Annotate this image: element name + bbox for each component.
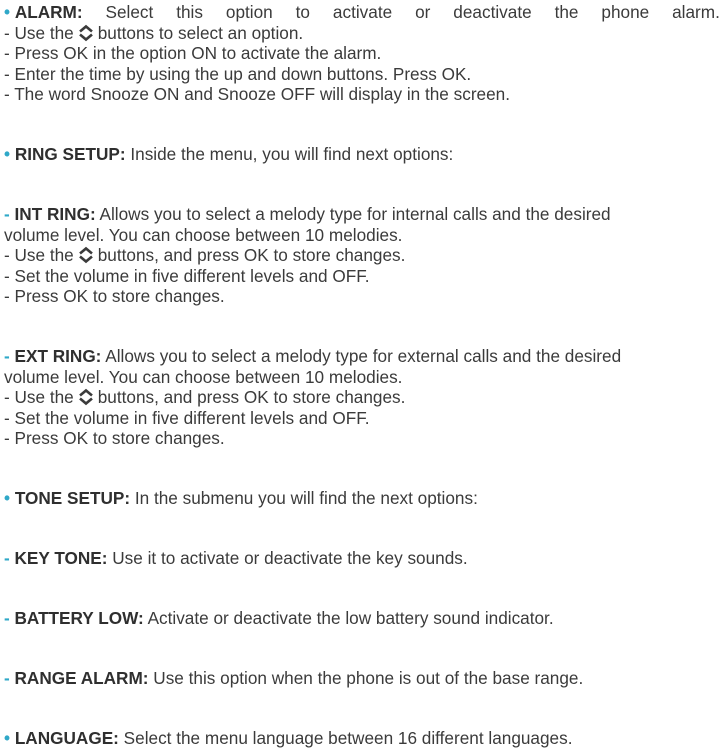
ext-ring-use-line: - Use the buttons, and press OK to store …: [4, 387, 406, 407]
battery-low-term: BATTERY LOW:: [14, 608, 144, 628]
alarm-word: Select: [105, 2, 154, 22]
alarm-word: or: [415, 2, 431, 22]
range-alarm-term: RANGE ALARM:: [14, 668, 149, 688]
key-tone-term: KEY TONE:: [14, 548, 108, 568]
alarm-word: this: [176, 2, 203, 22]
alarm-word: to: [295, 2, 310, 22]
int-ring-volume-line: - Set the volume in five different level…: [4, 265, 370, 286]
tone-setup-term: TONE SETUP:: [14, 488, 131, 508]
alarm-bullet: •: [4, 2, 11, 22]
language-line: • LANGUAGE: Select the menu language bet…: [4, 728, 573, 748]
alarm-term: ALARM:: [14, 2, 83, 22]
ext-ring-store-line: - Press OK to store changes.: [4, 428, 225, 448]
int-ring-use-line: - Use the buttons, and press OK to store …: [4, 245, 406, 265]
manual-page: • ALARM: Select this option to activate …: [4, 2, 720, 749]
alarm-use-line: - Use the buttons to select an option.: [4, 22, 304, 43]
int-ring-store-line: - Press OK to store changes.: [4, 286, 225, 306]
alarm-time-line: - Enter the time by using the up and dow…: [4, 63, 472, 84]
alarm-snooze-line: - The word Snooze ON and Snooze OFF will…: [4, 84, 510, 104]
int-ring-line-2: volume level. You can choose between 10 …: [4, 224, 403, 245]
alarm-word: option: [225, 2, 273, 22]
alarm-heading-line: • ALARM: Select this option to activate …: [4, 2, 720, 23]
ext-ring-volume-line: - Set the volume in five different level…: [4, 407, 370, 428]
ring-setup-line: • RING SETUP: Inside the menu, you will …: [4, 144, 454, 164]
alarm-word: deactivate: [453, 2, 532, 22]
ring-setup-bullet: •: [4, 144, 11, 164]
ext-ring-line: - EXT RING: Allows you to select a melod…: [4, 346, 622, 366]
ring-setup-term: RING SETUP:: [14, 144, 126, 164]
key-tone-line: - KEY TONE: Use it to activate or deacti…: [4, 548, 468, 568]
up-down-arrows-icon: [77, 246, 95, 264]
language-term: LANGUAGE:: [14, 728, 119, 748]
ext-ring-line-2: volume level. You can choose between 10 …: [4, 366, 403, 387]
int-ring-line: - INT RING: Allows you to select a melod…: [4, 204, 611, 224]
alarm-word: alarm.: [672, 2, 720, 22]
range-alarm-line: - RANGE ALARM: Use this option when the …: [4, 668, 584, 688]
int-ring-term: INT RING:: [14, 204, 96, 224]
battery-low-line: - BATTERY LOW: Activate or deactivate th…: [4, 608, 554, 628]
up-down-arrows-icon: [77, 24, 95, 42]
alarm-word: phone: [601, 2, 650, 22]
tone-setup-line: • TONE SETUP: In the submenu you will fi…: [4, 488, 478, 508]
up-down-arrows-icon: [77, 388, 95, 406]
ext-ring-term: EXT RING:: [14, 346, 102, 366]
alarm-word: the: [554, 2, 579, 22]
alarm-press-line: - Press OK in the option ON to activate …: [4, 43, 382, 63]
language-bullet: •: [4, 728, 11, 748]
alarm-word: activate: [332, 2, 393, 22]
tone-setup-bullet: •: [4, 488, 11, 508]
